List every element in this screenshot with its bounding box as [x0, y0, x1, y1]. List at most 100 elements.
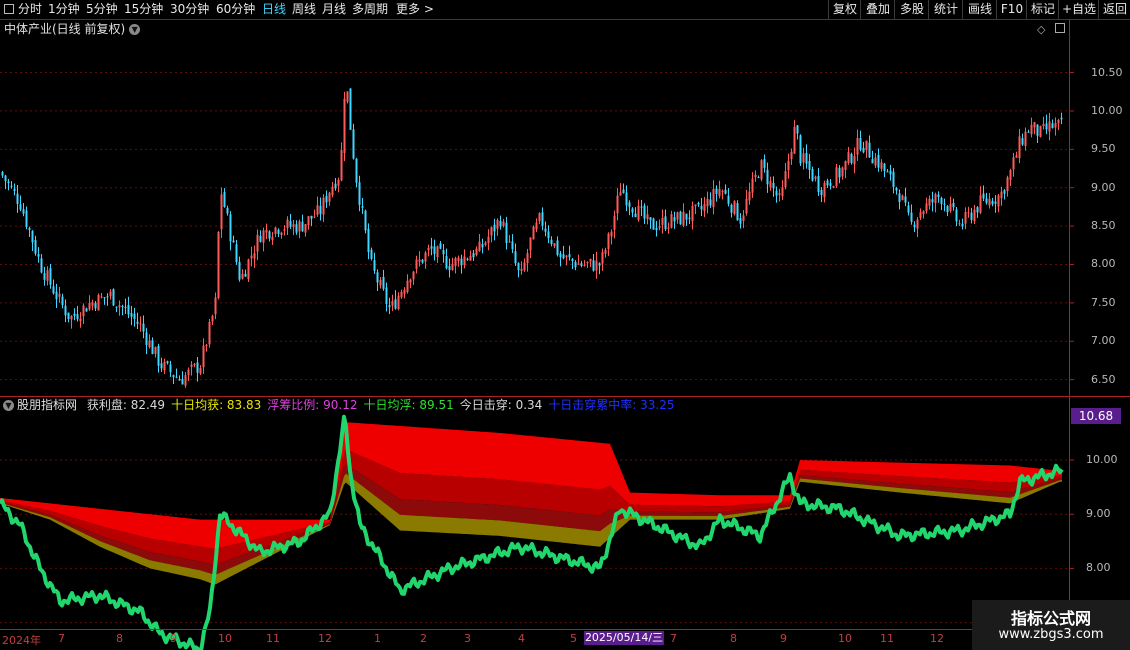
candle: [646, 205, 649, 225]
candle: [88, 295, 91, 311]
candle: [43, 266, 46, 286]
candle: [334, 177, 337, 191]
candle: [91, 299, 94, 311]
candle: [340, 142, 343, 182]
candle: [208, 318, 211, 348]
candle: [676, 211, 679, 224]
candle: [424, 250, 427, 269]
main-ytick-8: 6.50: [1091, 372, 1116, 386]
candle: [727, 187, 730, 207]
candle: [883, 163, 886, 178]
candle: [196, 356, 199, 382]
candle: [544, 221, 547, 237]
candle: [49, 264, 52, 289]
candle: [133, 307, 136, 327]
candle: [748, 182, 751, 205]
candle: [901, 194, 904, 201]
candle: [1006, 175, 1009, 197]
candle: [79, 312, 82, 328]
candle: [1018, 128, 1021, 164]
candle: [175, 368, 178, 379]
candle: [298, 219, 301, 239]
candle: [442, 243, 445, 263]
candle: [169, 360, 172, 377]
candle: [433, 239, 436, 261]
candle: [307, 215, 310, 230]
candle: [1033, 121, 1036, 135]
candle: [685, 213, 688, 226]
candle: [7, 178, 10, 191]
candle: [1042, 116, 1045, 130]
candle: [529, 237, 532, 259]
candle: [1054, 117, 1057, 136]
candle: [121, 304, 124, 316]
candle: [898, 189, 901, 210]
candle: [343, 91, 346, 162]
candle: [979, 186, 982, 215]
candle: [271, 232, 274, 245]
candle: [652, 217, 655, 230]
candle: [508, 235, 511, 243]
candle: [460, 254, 463, 274]
candle: [421, 259, 424, 264]
candle: [247, 258, 250, 283]
watermark: 指标公式网 www.zbgs3.com: [972, 600, 1130, 650]
indicator-item-0: 获利盘: 82.49: [86, 398, 166, 412]
candle: [814, 175, 817, 182]
candle: [910, 204, 913, 225]
candle: [640, 199, 643, 217]
candle: [439, 241, 442, 250]
candle: [34, 235, 37, 256]
candle: [1015, 151, 1018, 158]
candle: [817, 167, 820, 196]
candle: [577, 254, 580, 265]
candle: [913, 221, 916, 232]
candle: [193, 362, 196, 368]
candle: [712, 180, 715, 215]
candle: [874, 152, 877, 169]
candle: [472, 249, 475, 262]
x-label-14: 8: [730, 632, 737, 645]
candle: [430, 237, 433, 256]
x-label-7: 1: [374, 632, 381, 645]
candle: [355, 157, 358, 188]
candle: [658, 219, 661, 231]
cursor-date-tag: 2025/05/14/三: [584, 631, 664, 645]
candle: [463, 249, 466, 269]
candle: [1051, 119, 1054, 129]
candle: [1057, 118, 1060, 131]
x-label-18: 12: [930, 632, 944, 645]
candle: [565, 255, 568, 266]
candle: [736, 200, 739, 221]
candle: [853, 147, 856, 174]
candle: [172, 374, 175, 384]
candle: [1, 170, 4, 178]
candle: [613, 210, 616, 239]
candle: [391, 294, 394, 312]
candle: [664, 209, 667, 232]
candle: [781, 180, 784, 201]
candle: [1012, 152, 1015, 177]
candle: [145, 328, 148, 355]
candle: [985, 192, 988, 205]
candle: [958, 219, 961, 226]
candle: [364, 209, 367, 234]
candle: [835, 163, 838, 188]
main-ytick-4: 8.50: [1091, 219, 1116, 233]
candle: [517, 262, 520, 278]
ind-ytick-1: 9.00: [1086, 507, 1111, 521]
candle: [382, 269, 385, 291]
candle: [1039, 125, 1042, 138]
candle: [100, 292, 103, 299]
candle: [268, 230, 271, 242]
candle: [514, 243, 517, 267]
candle: [907, 201, 910, 216]
candle: [922, 210, 925, 219]
x-label-6: 12: [318, 632, 332, 645]
candle: [499, 215, 502, 230]
candle: [46, 266, 49, 286]
candle: [607, 232, 610, 257]
candle: [526, 248, 529, 272]
candle: [358, 175, 361, 212]
indicator-dropdown-icon[interactable]: ▼: [3, 400, 14, 411]
